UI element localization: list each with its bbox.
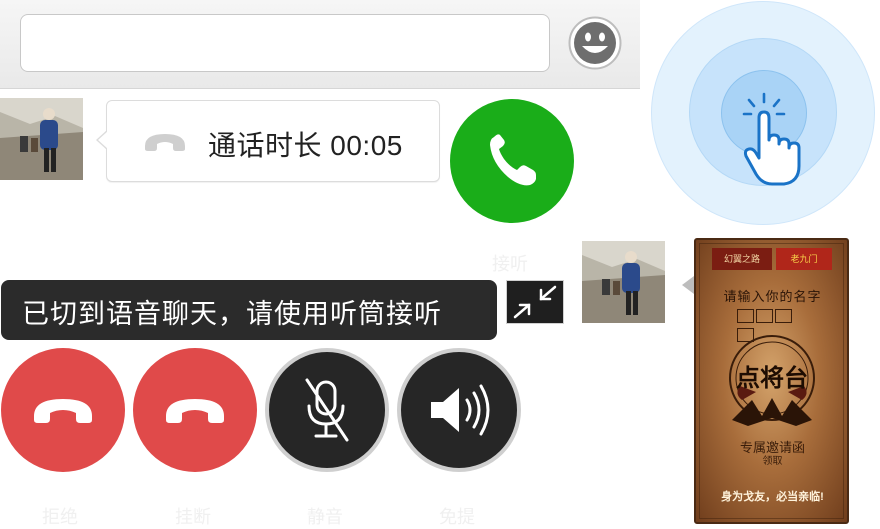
hangup-icon <box>142 130 188 154</box>
reject-label: 拒绝 <box>42 507 78 527</box>
card-pointer <box>682 276 694 294</box>
card-seal-text: 点将台 <box>736 363 808 392</box>
hangup-icon <box>166 399 224 423</box>
card-logo-right: 老九门 <box>776 248 832 270</box>
avatar-right <box>582 241 665 323</box>
message-input[interactable] <box>20 14 550 72</box>
card-logo-left: 幻翼之路 <box>712 248 772 270</box>
speaker-icon <box>431 384 490 436</box>
hangup-label: 挂断 <box>175 507 211 527</box>
avatar-left <box>0 98 83 180</box>
bubble-tail-inner <box>98 131 108 149</box>
minimize-arrows-icon <box>513 285 557 319</box>
mute-label: 静音 <box>307 507 343 527</box>
reject-button[interactable] <box>1 348 125 472</box>
pointing-hand-icon <box>738 92 806 188</box>
hangup-button[interactable] <box>133 348 257 472</box>
smiley-icon[interactable] <box>568 16 622 70</box>
card-bottom-text: 身为戈友，必当亲临! <box>721 491 824 503</box>
name-input-boxes[interactable] <box>737 309 807 342</box>
mute-button[interactable] <box>265 348 389 472</box>
answer-label: 接听 <box>492 254 528 274</box>
answer-button[interactable] <box>450 99 574 223</box>
card-claim[interactable]: 领取 <box>700 452 845 467</box>
mic-off-icon <box>305 378 349 442</box>
hangup-icon <box>34 399 92 423</box>
phone-icon <box>490 134 536 186</box>
speaker-label: 免提 <box>439 507 475 527</box>
card-seal-emblem: 点将台 <box>712 330 832 450</box>
speaker-button[interactable] <box>397 348 521 472</box>
card-prompt: 请输入你的名字 <box>723 289 822 304</box>
call-duration-text: 通话时长 00:05 <box>208 130 403 161</box>
toast-text: 已切到语音聊天，请使用听筒接听 <box>22 299 442 329</box>
minimize-button[interactable] <box>506 280 564 324</box>
